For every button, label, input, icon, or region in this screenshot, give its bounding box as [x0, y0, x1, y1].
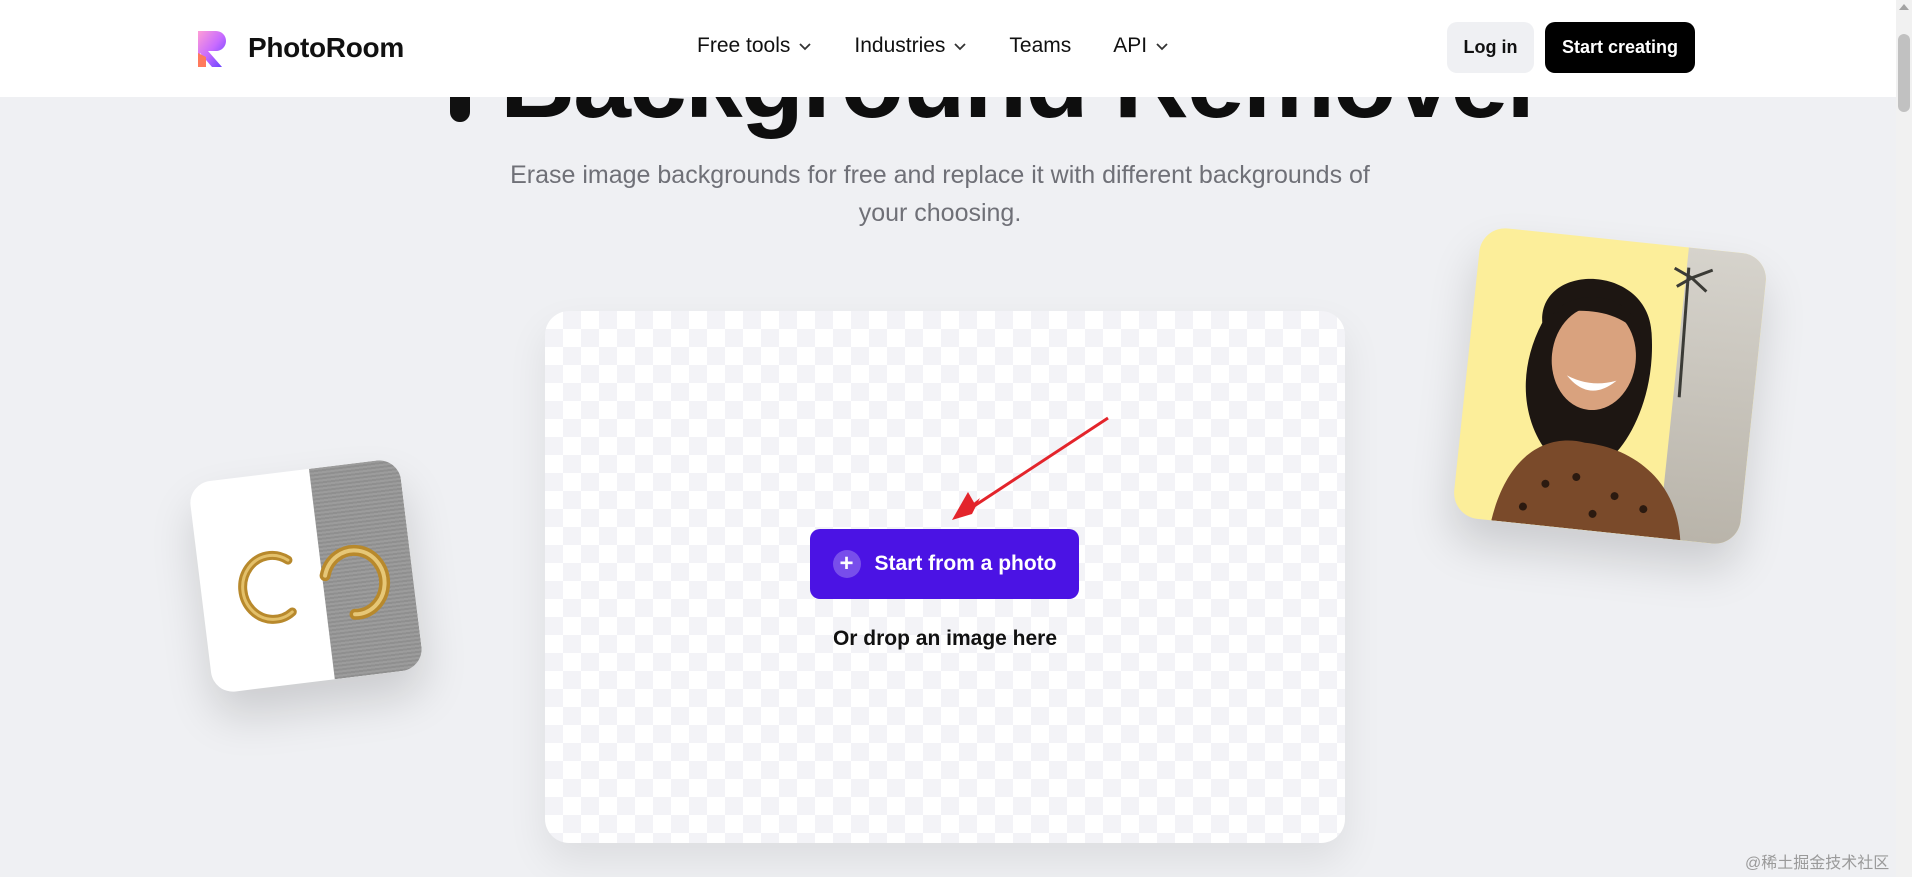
upload-button-label: Start from a photo — [874, 552, 1057, 575]
chevron-down-icon — [954, 43, 967, 51]
page-scrollbar[interactable] — [1896, 0, 1912, 877]
annotation-arrow-icon — [952, 416, 1109, 520]
nav-label: Teams — [1009, 34, 1072, 57]
login-button[interactable]: Log in — [1447, 22, 1534, 73]
nav-teams[interactable]: Teams — [1009, 34, 1071, 58]
chevron-down-icon — [799, 43, 812, 51]
earrings-example-image — [187, 457, 425, 695]
site-header: PhotoRoom Free tools Industries Teams AP… — [0, 0, 1896, 97]
brand-logo[interactable]: PhotoRoom — [194, 27, 404, 69]
nav-api[interactable]: API — [1113, 34, 1169, 58]
main-nav: Free tools Industries Teams API — [697, 34, 1211, 58]
nav-label: API — [1113, 34, 1148, 57]
drop-instructions: Or drop an image here — [832, 627, 1058, 650]
nav-label: Industries — [854, 34, 946, 57]
watermark-text: @稀土掘金技术社区 — [1745, 855, 1890, 872]
earrings-illustration — [238, 544, 391, 624]
plus-icon: + — [832, 550, 861, 578]
hero-subtitle-line-1: Erase image backgrounds for free and rep… — [510, 161, 1370, 189]
nav-free-tools[interactable]: Free tools — [697, 34, 812, 58]
chevron-down-icon — [1156, 43, 1168, 51]
woman-portrait-illustration — [1491, 266, 1714, 541]
nav-industries[interactable]: Industries — [854, 34, 967, 58]
photoroom-logo-icon — [198, 31, 226, 67]
portrait-example-image — [1451, 225, 1769, 547]
hero-subtitle-line-2: your choosing. — [858, 199, 1022, 227]
start-creating-button[interactable]: Start creating — [1545, 22, 1695, 73]
hero-subtitle: Erase image backgrounds for free and rep… — [490, 156, 1390, 232]
brand-name: PhotoRoom — [248, 32, 404, 63]
scrollbar-thumb[interactable] — [1898, 34, 1910, 112]
scroll-up-arrow-icon[interactable] — [1899, 4, 1909, 10]
nav-label: Free tools — [697, 34, 791, 57]
start-from-photo-button[interactable]: + Start from a photo — [810, 529, 1079, 599]
